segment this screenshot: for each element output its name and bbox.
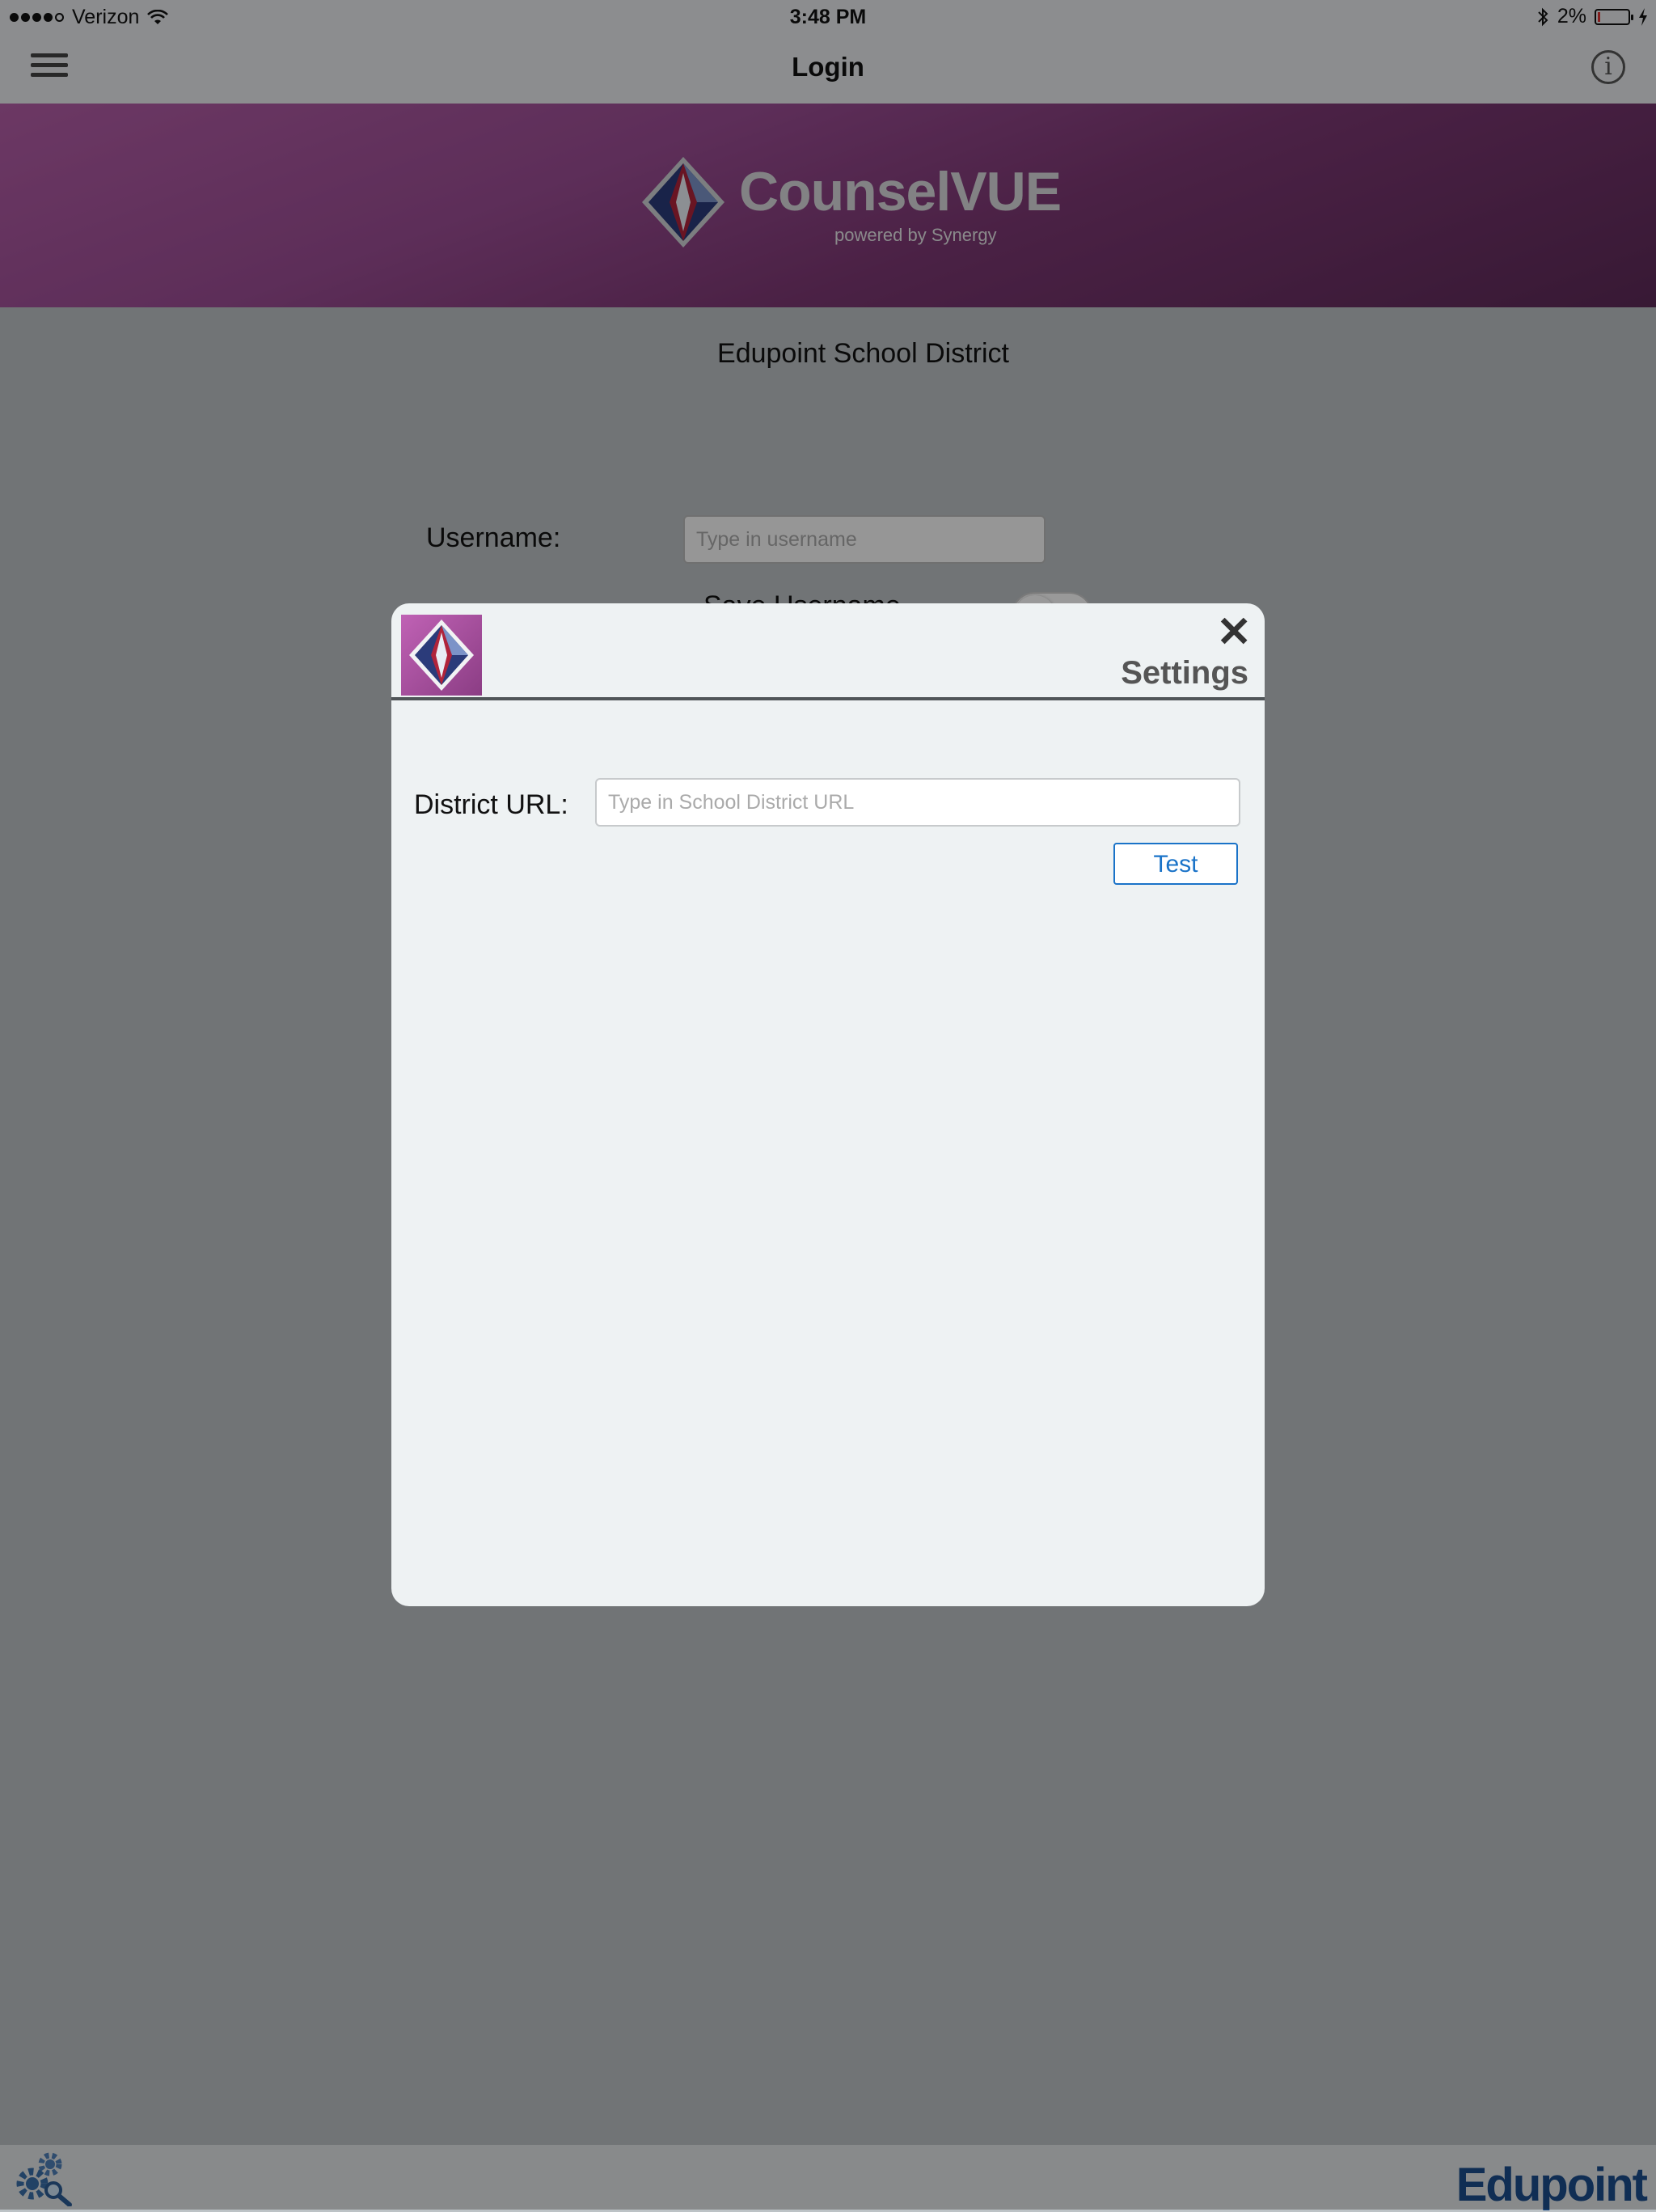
diamond-logo-icon (409, 620, 474, 691)
test-button[interactable]: Test (1113, 843, 1238, 885)
modal-title: Settings (1121, 655, 1248, 691)
modal-header: ✕ Settings (391, 603, 1265, 700)
district-url-input[interactable] (595, 778, 1240, 827)
district-url-label: District URL: (414, 789, 568, 820)
app-logo (401, 615, 482, 696)
settings-modal: ✕ Settings District URL: Test (391, 603, 1265, 1606)
close-icon[interactable]: ✕ (1216, 611, 1252, 653)
